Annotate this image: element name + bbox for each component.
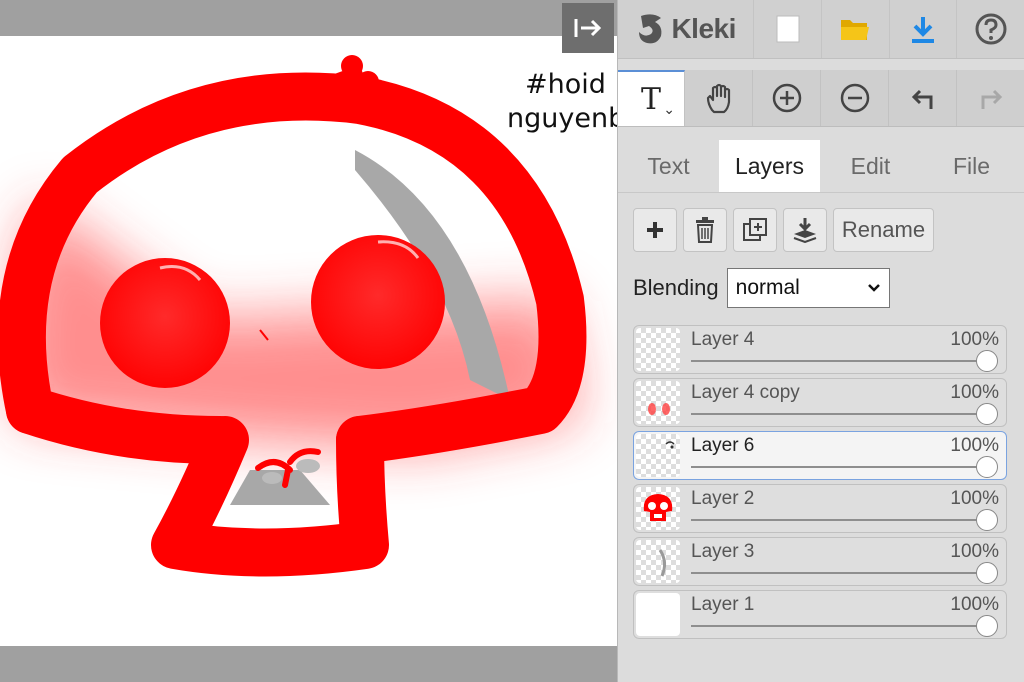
opacity-slider-handle[interactable] xyxy=(976,562,998,584)
tool-row: T ⌄ xyxy=(618,70,1024,127)
layer-actions: Rename xyxy=(633,208,934,252)
opacity-slider-track[interactable] xyxy=(691,572,982,574)
layer-opacity: 100% xyxy=(950,382,999,403)
rename-layer-button[interactable]: Rename xyxy=(833,208,934,252)
blending-label: Blending xyxy=(633,275,719,300)
opacity-slider-handle[interactable] xyxy=(976,403,998,425)
zoom-out-icon xyxy=(840,83,869,113)
layer-name: Layer 1 xyxy=(691,594,755,615)
tab-file[interactable]: File xyxy=(921,140,1022,192)
download-icon xyxy=(912,17,934,43)
open-folder-icon xyxy=(841,20,870,40)
layer-name: Layer 4 copy xyxy=(691,382,800,403)
layer-name: Layer 6 xyxy=(691,435,755,456)
new-image-button[interactable] xyxy=(754,0,822,58)
undo-icon xyxy=(911,89,932,109)
hand-tool-button[interactable] xyxy=(685,70,753,126)
tab-edit[interactable]: Edit xyxy=(820,140,921,192)
layer-thumbnail xyxy=(636,540,680,583)
layer-opacity: 100% xyxy=(950,594,999,615)
duplicate-icon xyxy=(743,218,767,241)
add-layer-button[interactable] xyxy=(633,208,677,252)
plus-icon xyxy=(647,222,663,238)
collapse-panel-button[interactable] xyxy=(562,3,614,53)
layer-thumbnail xyxy=(636,487,680,530)
top-toolbar: Kleki xyxy=(618,0,1024,59)
delete-layer-button[interactable] xyxy=(683,208,727,252)
layer-thumbnail xyxy=(636,328,680,371)
tab-layers[interactable]: Layers xyxy=(719,140,820,192)
hand-icon xyxy=(706,83,730,114)
blending-mode-select[interactable]: normal xyxy=(726,268,890,308)
layer-opacity: 100% xyxy=(950,541,999,562)
merge-layer-button[interactable] xyxy=(783,208,827,252)
layer-thumbnail-art xyxy=(658,549,667,577)
panel-tabs: Text Layers Edit File xyxy=(618,140,1024,193)
layer-thumbnail xyxy=(636,381,680,424)
trash-icon xyxy=(696,217,714,243)
opacity-slider-handle[interactable] xyxy=(976,456,998,478)
layer-opacity: 100% xyxy=(950,488,999,509)
tab-text[interactable]: Text xyxy=(618,140,719,192)
layer-name: Layer 3 xyxy=(691,541,755,562)
layer-opacity: 100% xyxy=(950,329,999,350)
undo-button[interactable] xyxy=(889,70,957,126)
layer-item[interactable]: Layer 1 100% xyxy=(633,590,1007,639)
canvas-text-line2: nguyenb xyxy=(507,103,617,134)
logo-text: Kleki xyxy=(671,13,736,44)
blending-row: Blending normal xyxy=(633,268,890,308)
opacity-slider-track[interactable] xyxy=(691,466,982,468)
zoom-in-button[interactable] xyxy=(753,70,821,126)
opacity-slider-track[interactable] xyxy=(691,625,982,627)
opacity-slider-handle[interactable] xyxy=(976,509,998,531)
opacity-slider-track[interactable] xyxy=(691,360,982,362)
layer-thumbnail xyxy=(636,593,680,636)
download-button[interactable] xyxy=(890,0,958,58)
opacity-slider-handle[interactable] xyxy=(976,615,998,637)
chevron-down-icon xyxy=(867,284,880,292)
layer-item[interactable]: Layer 2 100% xyxy=(633,484,1007,533)
layer-thumbnail xyxy=(636,434,680,477)
layer-list: Layer 4 100% Layer 4 copy 100% Layer 6 1… xyxy=(633,325,1009,643)
open-file-button[interactable] xyxy=(822,0,890,58)
layer-opacity: 100% xyxy=(950,435,999,456)
help-icon xyxy=(975,13,1007,45)
side-panel: Kleki T ⌄ Text Layers Edit File Rename B… xyxy=(617,0,1024,682)
layer-item[interactable]: Layer 4 100% xyxy=(633,325,1007,374)
layer-thumbnail-art xyxy=(665,441,675,449)
chevron-down-icon[interactable]: ⌄ xyxy=(663,101,675,118)
layer-thumbnail-art xyxy=(648,403,670,415)
layer-item[interactable]: Layer 3 100% xyxy=(633,537,1007,586)
layer-name: Layer 2 xyxy=(691,488,755,509)
duplicate-layer-button[interactable] xyxy=(733,208,777,252)
help-button[interactable] xyxy=(957,0,1024,58)
arrow-right-bar-icon xyxy=(574,19,602,37)
canvas-area[interactable]: #hoid nguyenb xyxy=(0,0,617,682)
opacity-slider-handle[interactable] xyxy=(976,350,998,372)
canvas-text-line1: #hoid xyxy=(525,69,606,100)
zoom-in-icon xyxy=(772,83,801,113)
redo-button[interactable] xyxy=(957,70,1024,126)
kleki-logo[interactable]: Kleki xyxy=(618,0,755,58)
zoom-out-button[interactable] xyxy=(821,70,889,126)
skull-thumbnail-icon xyxy=(643,494,673,521)
new-image-icon xyxy=(776,15,800,43)
kleki-logo-icon xyxy=(639,14,662,44)
opacity-slider-track[interactable] xyxy=(691,519,982,521)
redo-icon xyxy=(981,89,1003,109)
layer-item-selected[interactable]: Layer 6 100% xyxy=(633,431,1007,480)
layer-item[interactable]: Layer 4 copy 100% xyxy=(633,378,1007,427)
text-tool-icon: T xyxy=(640,81,661,117)
opacity-slider-track[interactable] xyxy=(691,413,982,415)
layer-name: Layer 4 xyxy=(691,329,755,350)
blending-mode-value: normal xyxy=(735,276,800,299)
text-tool-button[interactable]: T ⌄ xyxy=(618,70,685,126)
merge-down-icon xyxy=(793,218,817,243)
